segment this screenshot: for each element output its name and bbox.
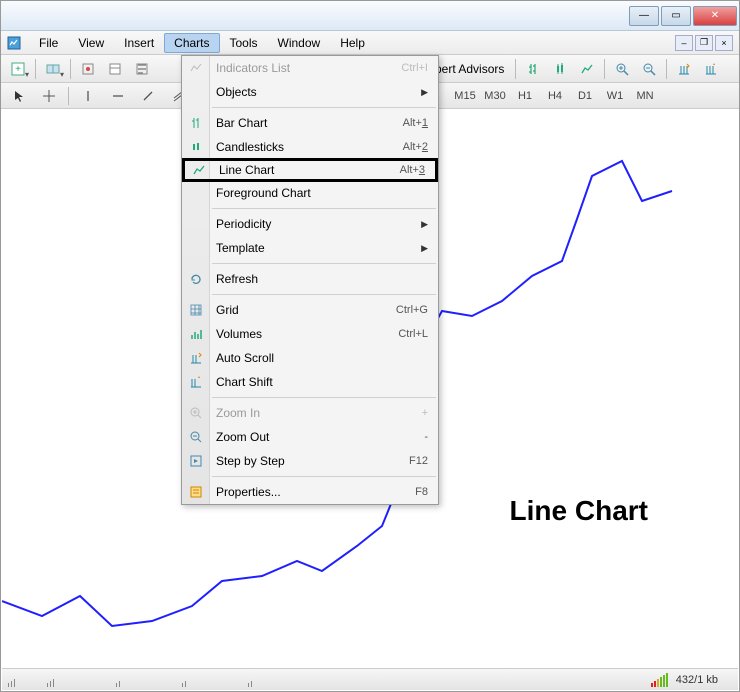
auto-scroll-button[interactable]: [671, 58, 697, 80]
bar-chart-icon: [187, 114, 205, 132]
menu-window[interactable]: Window: [268, 33, 331, 53]
tf-m15[interactable]: M15: [451, 86, 479, 106]
crosshair-tool[interactable]: [35, 86, 63, 106]
menu-charts[interactable]: Charts: [164, 33, 219, 53]
window-maximize-button[interactable]: ▭: [661, 6, 691, 26]
connection-signal-icon: [651, 673, 668, 687]
statusbar-grip: [8, 673, 252, 687]
tf-h4[interactable]: H4: [541, 86, 569, 106]
menu-step-by-step[interactable]: Step by StepF12: [182, 449, 438, 473]
tf-m30[interactable]: M30: [481, 86, 509, 106]
menu-grid[interactable]: GridCtrl+G: [182, 298, 438, 322]
bar-chart-button[interactable]: [520, 58, 546, 80]
candlestick-button[interactable]: [547, 58, 573, 80]
svg-text:+: +: [15, 64, 21, 75]
chart-annotation: Line Chart: [510, 495, 648, 527]
menu-view[interactable]: View: [68, 33, 114, 53]
profiles-button[interactable]: [40, 58, 66, 80]
zoom-in-icon: [187, 404, 205, 422]
tf-mn[interactable]: MN: [631, 86, 659, 106]
mdi-close-button[interactable]: ×: [715, 35, 733, 51]
menu-foreground-chart[interactable]: Foreground Chart: [182, 181, 438, 205]
menu-volumes[interactable]: VolumesCtrl+L: [182, 322, 438, 346]
charts-menu-dropdown: Indicators ListCtrl+I Objects▶ Bar Chart…: [181, 55, 439, 505]
chart-shift-icon: [187, 373, 205, 391]
window-minimize-button[interactable]: —: [629, 6, 659, 26]
new-chart-button[interactable]: +: [5, 58, 31, 80]
auto-scroll-icon: [187, 349, 205, 367]
menu-tools[interactable]: Tools: [220, 33, 268, 53]
grid-icon: [187, 301, 205, 319]
menu-chart-shift[interactable]: Chart Shift: [182, 370, 438, 394]
step-icon: [187, 452, 205, 470]
menu-file[interactable]: File: [29, 33, 68, 53]
line-chart-icon: [190, 161, 208, 179]
properties-icon: [187, 483, 205, 501]
mdi-minimize-button[interactable]: –: [675, 35, 693, 51]
mdi-controls: – ❐ ×: [675, 35, 733, 51]
cursor-tool[interactable]: [5, 86, 33, 106]
menu-indicators-list[interactable]: Indicators ListCtrl+I: [182, 56, 438, 80]
app-icon: [5, 34, 23, 52]
trendline-tool[interactable]: [134, 86, 162, 106]
menu-objects[interactable]: Objects▶: [182, 80, 438, 104]
zoom-out-icon: [187, 428, 205, 446]
submenu-arrow-icon: ▶: [421, 87, 428, 98]
horizontal-line-tool[interactable]: [104, 86, 132, 106]
market-watch-button[interactable]: [75, 58, 101, 80]
tf-w1[interactable]: W1: [601, 86, 629, 106]
menu-zoom-out[interactable]: Zoom Out-: [182, 425, 438, 449]
vertical-line-tool[interactable]: [74, 86, 102, 106]
window-close-button[interactable]: ✕: [693, 6, 737, 26]
menu-periodicity[interactable]: Periodicity▶: [182, 212, 438, 236]
menu-auto-scroll[interactable]: Auto Scroll: [182, 346, 438, 370]
menu-refresh[interactable]: Refresh: [182, 267, 438, 291]
candlestick-icon: [187, 138, 205, 156]
status-traffic: 432/1 kb: [676, 674, 718, 686]
menu-bar-chart[interactable]: Bar ChartAlt+1: [182, 111, 438, 135]
navigator-button[interactable]: [129, 58, 155, 80]
tf-h1[interactable]: H1: [511, 86, 539, 106]
window-titlebar: — ▭ ✕: [1, 1, 739, 31]
menu-zoom-in[interactable]: Zoom In+: [182, 401, 438, 425]
menu-properties[interactable]: Properties...F8: [182, 480, 438, 504]
mdi-restore-button[interactable]: ❐: [695, 35, 713, 51]
menu-help[interactable]: Help: [330, 33, 375, 53]
submenu-arrow-icon: ▶: [421, 243, 428, 254]
menubar: File View Insert Charts Tools Window Hel…: [1, 31, 739, 55]
indicators-icon: [187, 59, 205, 77]
line-chart-button[interactable]: [574, 58, 600, 80]
refresh-icon: [187, 270, 205, 288]
data-window-button[interactable]: [102, 58, 128, 80]
statusbar: 432/1 kb: [2, 668, 738, 690]
chart-shift-button[interactable]: [698, 58, 724, 80]
volumes-icon: [187, 325, 205, 343]
zoom-in-button[interactable]: [609, 58, 635, 80]
menu-line-chart[interactable]: Line ChartAlt+3: [182, 158, 438, 182]
menu-insert[interactable]: Insert: [114, 33, 164, 53]
menu-template[interactable]: Template▶: [182, 236, 438, 260]
zoom-out-button[interactable]: [636, 58, 662, 80]
menu-candlesticks[interactable]: CandlesticksAlt+2: [182, 135, 438, 159]
tf-d1[interactable]: D1: [571, 86, 599, 106]
submenu-arrow-icon: ▶: [421, 219, 428, 230]
